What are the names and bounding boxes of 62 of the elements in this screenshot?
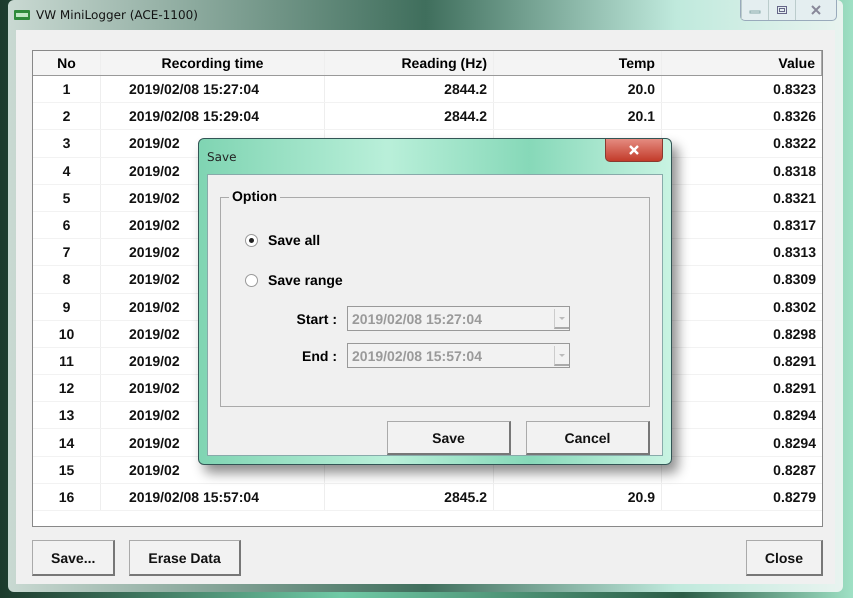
table-cell: 10 [33,320,101,347]
table-cell-text: 0.8294 [772,406,817,426]
column-header[interactable]: Recording time [101,51,325,75]
table-cell: 2019/02/08 15:27:04 [101,76,325,102]
close-window-button[interactable]: Close [746,540,823,576]
table-cell: 7 [33,239,101,266]
table-cell: 20.0 [494,76,662,102]
table-cell: 20.1 [494,103,662,130]
column-header[interactable]: Value [662,51,822,75]
table-cell-text: 0.8291 [772,379,817,398]
table-cell: 11 [33,348,101,374]
dialog-button[interactable]: Save [387,421,511,455]
table-cell: 3 [33,130,101,157]
table-cell-text: 0.8317 [772,216,817,236]
action-button[interactable]: Erase Data [129,540,241,576]
close-icon [810,5,822,15]
table-cell: 12 [33,375,101,402]
table-cell: 2844.2 [325,76,494,102]
table-cell-text: 0.8309 [772,270,817,290]
table-cell: 20.9 [494,484,662,510]
column-header[interactable]: No [33,51,101,75]
radio-button[interactable] [245,274,258,286]
table-cell-text: 0.8322 [772,134,817,154]
radio-button[interactable] [245,234,258,246]
table-cell: 2019/02/08 15:57:04 [101,484,325,510]
table-cell: 9 [33,294,101,320]
caret-icon [554,308,569,328]
maximize-icon [776,5,788,15]
table-cell-text: 0.8287 [772,460,817,480]
close-button[interactable] [605,139,663,162]
table-cell: 1 [33,76,101,102]
table-cell: 2845.2 [325,484,494,510]
table-cell-text: 0.8323 [772,80,817,100]
app-logo-icon [14,10,30,20]
group-label: Option [229,188,280,204]
table-cell-text: 0.8291 [772,352,817,371]
table-cell: 6 [33,212,101,238]
caret-icon [554,346,569,366]
table-cell-text: 0.8318 [772,162,817,181]
column-header[interactable]: Temp [494,51,662,75]
close-icon [628,145,640,155]
table-cell-text: 0.8326 [772,107,817,126]
table-cell: 2844.2 [325,103,494,130]
table-cell-text: 0.8294 [772,434,817,453]
table-cell: 2 [33,103,101,130]
table-cell-text: 0.8313 [772,243,817,262]
table-cell-text: 0.8321 [772,188,817,208]
dialog-button[interactable]: Cancel [526,421,650,455]
table-cell: 4 [33,158,101,184]
table-cell: 16 [33,484,101,510]
column-header[interactable]: Reading (Hz) [325,51,494,75]
table-cell: 15 [33,456,101,483]
table-cell: 8 [33,266,101,292]
table-cell: 2019/02/08 15:29:04 [101,103,325,130]
table-cell: 13 [33,402,101,428]
table-cell-text: 0.8298 [772,324,817,344]
table-cell: 14 [33,429,101,456]
table-cell-text: 0.8302 [772,298,817,317]
window-title: VW MiniLogger (ACE-1100) [36,8,198,22]
table-cell-text: 0.8279 [772,488,817,507]
table-cell: 5 [33,184,101,211]
action-button[interactable]: Save... [32,540,116,576]
